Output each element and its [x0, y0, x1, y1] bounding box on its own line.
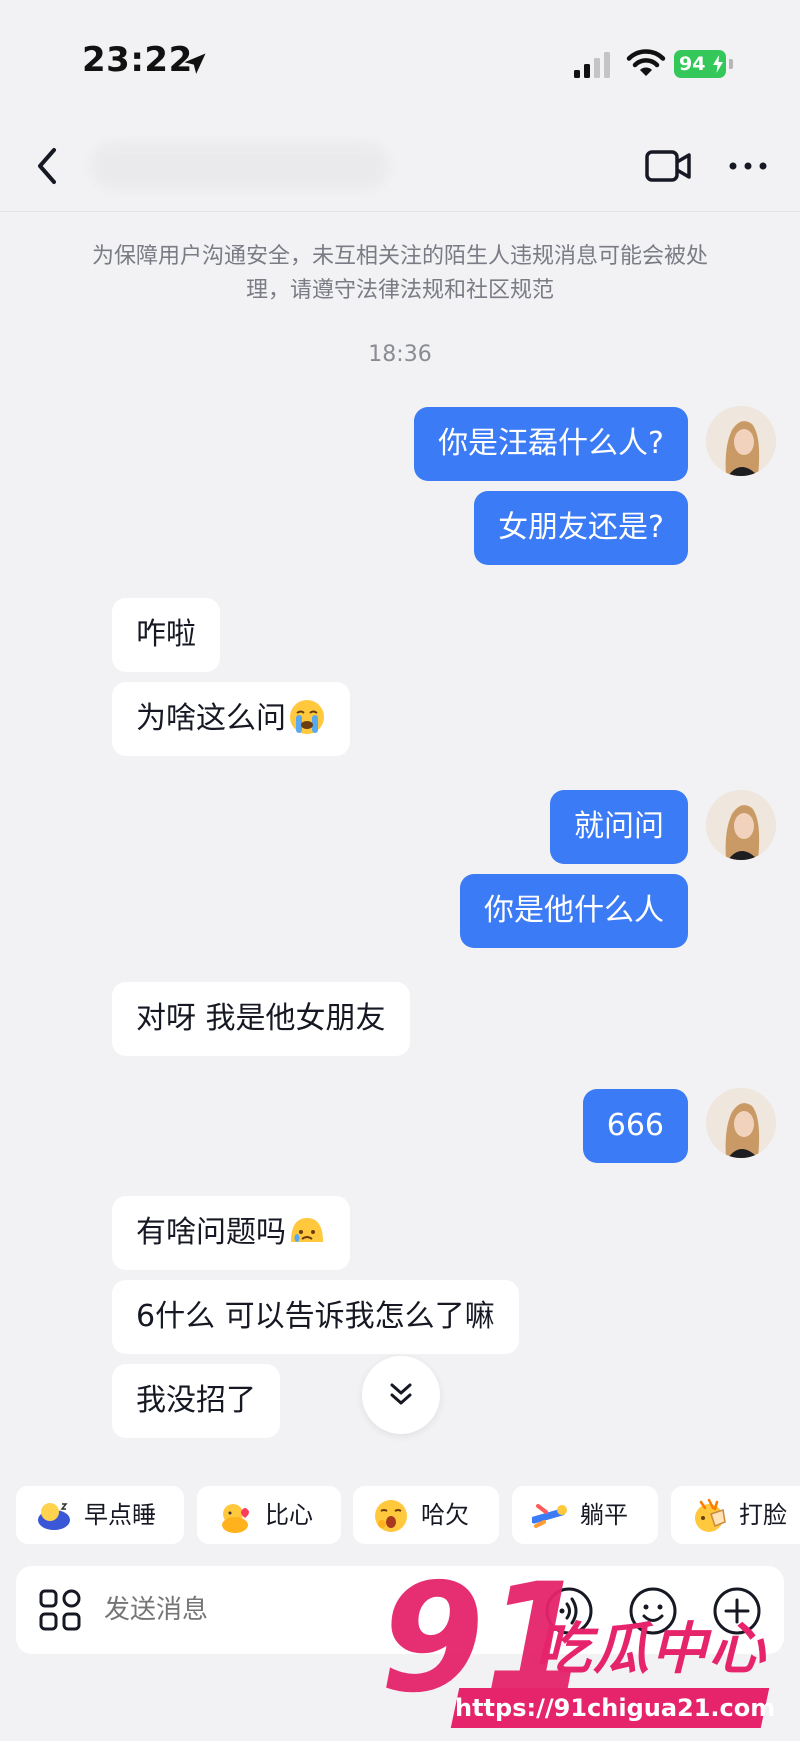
outgoing-message[interactable]: 女朋友还是? — [474, 491, 688, 565]
outgoing-message[interactable]: 666 — [582, 1089, 688, 1163]
chip-label: 哈欠 — [421, 1501, 469, 1529]
avatar-image — [706, 1088, 776, 1158]
scroll-to-bottom-button[interactable] — [362, 1356, 440, 1434]
slap-icon — [695, 1498, 726, 1532]
incoming-message[interactable]: 对呀 我是他女朋友 — [112, 982, 410, 1056]
cellular-signal-icon — [574, 52, 610, 78]
avatar-image — [706, 406, 776, 476]
my-avatar[interactable] — [706, 790, 776, 860]
back-chevron-icon[interactable] — [30, 144, 64, 188]
battery-cap — [729, 59, 733, 69]
safety-notice: 为保障用户沟通安全，未互相关注的陌生人违规消息可能会被处理，请遵守法律法规和社区… — [91, 244, 708, 303]
status-bar: 23:22 94 — [0, 0, 800, 120]
battery-level: 94 — [679, 53, 706, 75]
double-chevron-down-icon — [390, 1383, 412, 1405]
my-avatar[interactable] — [706, 406, 776, 476]
chip-label: 躺平 — [580, 1501, 628, 1529]
chip-label: 比心 — [265, 1501, 313, 1529]
chip-label: 早点睡 — [84, 1501, 156, 1529]
outgoing-message[interactable]: 你是汪磊什么人? — [414, 407, 688, 481]
avatar-image — [706, 790, 776, 860]
video-call-icon[interactable] — [644, 146, 694, 186]
apps-grid-icon[interactable] — [38, 1588, 82, 1632]
quick-reply-chip[interactable]: 打脸 — [671, 1486, 800, 1544]
charging-bolt-icon — [713, 55, 723, 73]
status-time: 23:22 — [82, 40, 193, 80]
quick-reply-chip[interactable]: 躺平 — [512, 1486, 658, 1544]
incoming-message[interactable]: 咋啦 — [112, 598, 220, 672]
location-arrow-icon — [184, 53, 206, 74]
incoming-message[interactable]: 6什么 可以告诉我怎么了嘛 — [112, 1280, 519, 1354]
message-timestamp: 18:36 — [368, 342, 432, 367]
incoming-message[interactable]: 有啥问题吗 — [112, 1196, 350, 1270]
outgoing-message[interactable]: 你是他什么人 — [460, 874, 688, 948]
battery-indicator: 94 — [674, 50, 726, 78]
loudly-crying-face-icon — [290, 699, 324, 734]
chat-header — [0, 120, 800, 212]
yawn-icon — [375, 1500, 407, 1532]
watermark-brand: 吃瓜中心 — [535, 1617, 767, 1682]
lie-flat-icon — [532, 1504, 567, 1528]
chip-label: 打脸 — [739, 1501, 787, 1529]
message-text: 为啥这么问 — [136, 701, 286, 736]
outgoing-message[interactable]: 就问问 — [550, 790, 688, 864]
wifi-icon — [626, 49, 666, 76]
incoming-message[interactable]: 我没招了 — [112, 1364, 280, 1438]
more-options-icon[interactable] — [726, 152, 770, 180]
heart-duck-icon — [222, 1504, 249, 1533]
my-avatar[interactable] — [706, 1088, 776, 1158]
incoming-message[interactable]: 为啥这么问 — [112, 682, 350, 756]
quick-reply-chip[interactable]: 早点睡 — [16, 1486, 184, 1544]
contact-name-blurred — [90, 142, 390, 190]
message-text: 有啥问题吗 — [136, 1215, 286, 1250]
watermark-url-text: https://91chigua21.com — [455, 1694, 776, 1722]
quick-reply-chip[interactable]: 比心 — [197, 1486, 341, 1544]
sad-face-icon — [291, 1217, 323, 1242]
watermark-url: https://91chigua21.com — [450, 1688, 775, 1728]
moon-icon — [38, 1503, 70, 1530]
quick-reply-chip[interactable]: 哈欠 — [353, 1486, 499, 1544]
